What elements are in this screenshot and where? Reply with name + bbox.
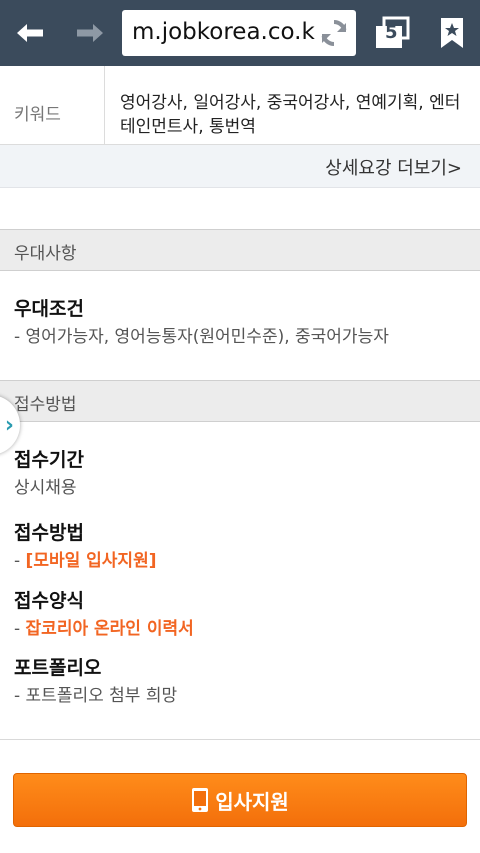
apply-button[interactable]: 입사지원 [13, 773, 467, 827]
tab-count: 5 [385, 22, 398, 43]
back-arrow-icon [17, 24, 43, 42]
bookmark-star-icon [441, 18, 463, 48]
apply-button-label: 입사지원 [215, 789, 289, 814]
list-dash: - [14, 551, 26, 571]
preference-condition-title: 우대조건 [14, 298, 84, 320]
url-text: m.jobkorea.co.kr [132, 19, 325, 45]
application-period-value: 상시채용 [14, 478, 77, 498]
application-form-row: - 잡코리아 온라인 이력서 [14, 614, 194, 639]
keyword-label: 키워드 [14, 105, 61, 125]
keyword-value: 영어강사, 일어강사, 중국어강사, 연예기획, 엔터테인먼트사, 통번역 [120, 93, 461, 137]
chevron-right-icon: › [4, 412, 14, 438]
keyword-row: 키워드 영어강사, 일어강사, 중국어강사, 연예기획, 엔터테인먼트사, 통번… [0, 66, 480, 145]
application-method-title: 접수방법 [14, 522, 84, 544]
bookmark-button[interactable] [424, 0, 480, 66]
clipped-row [0, 66, 480, 84]
address-bar[interactable]: m.jobkorea.co.kr [122, 10, 356, 56]
reload-button[interactable] [316, 15, 352, 51]
forward-arrow-icon [77, 24, 103, 42]
preference-condition-value: - 영어가능자, 영어능통자(원어민수준), 중국어가능자 [14, 327, 389, 347]
reload-icon [321, 20, 347, 46]
section-title: 접수방법 [14, 395, 77, 415]
application-form-title: 접수양식 [14, 590, 84, 612]
mobile-apply-link[interactable]: [모바일 입사지원] [26, 551, 157, 571]
mobile-phone-icon [192, 788, 209, 812]
list-dash: - [14, 619, 26, 639]
more-detail-bar: 상세요강 더보기> [0, 145, 480, 188]
column-divider [104, 66, 105, 144]
section-title: 우대사항 [14, 244, 77, 264]
application-period-title: 접수기간 [14, 449, 84, 471]
section-header-preferences: 우대사항 [0, 229, 480, 271]
application-method-row: - [모바일 입사지원] [14, 546, 156, 571]
divider [0, 739, 480, 740]
back-button[interactable] [0, 0, 60, 66]
forward-button[interactable] [60, 0, 120, 66]
portfolio-value: - 포트폴리오 첨부 희망 [14, 686, 178, 706]
online-resume-link[interactable]: 잡코리아 온라인 이력서 [26, 619, 194, 639]
section-header-application: 접수방법 [0, 380, 480, 422]
more-detail-link[interactable]: 상세요강 더보기> [325, 154, 462, 180]
portfolio-title: 포트폴리오 [14, 657, 102, 679]
browser-toolbar: m.jobkorea.co.kr 5 [0, 0, 480, 66]
tabs-button[interactable]: 5 [362, 0, 422, 66]
